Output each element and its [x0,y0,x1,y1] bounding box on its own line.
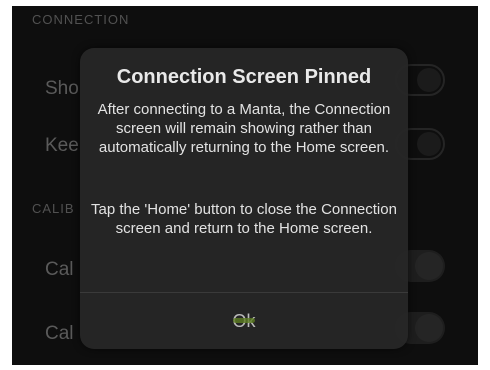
alert-divider [80,292,408,293]
ok-button[interactable]: Ok [80,294,408,349]
alert-dialog: Connection Screen Pinned After connectin… [80,48,408,349]
alert-message-1: After connecting to a Manta, the Connect… [97,101,391,156]
alert-title: Connection Screen Pinned [116,66,372,88]
ok-button-highlight [233,318,255,323]
settings-screen: CONNECTION Sho Kee CALIB Cal Cal Connect… [12,6,478,365]
alert-message-2: Tap the 'Home' button to close the Conne… [91,201,397,237]
